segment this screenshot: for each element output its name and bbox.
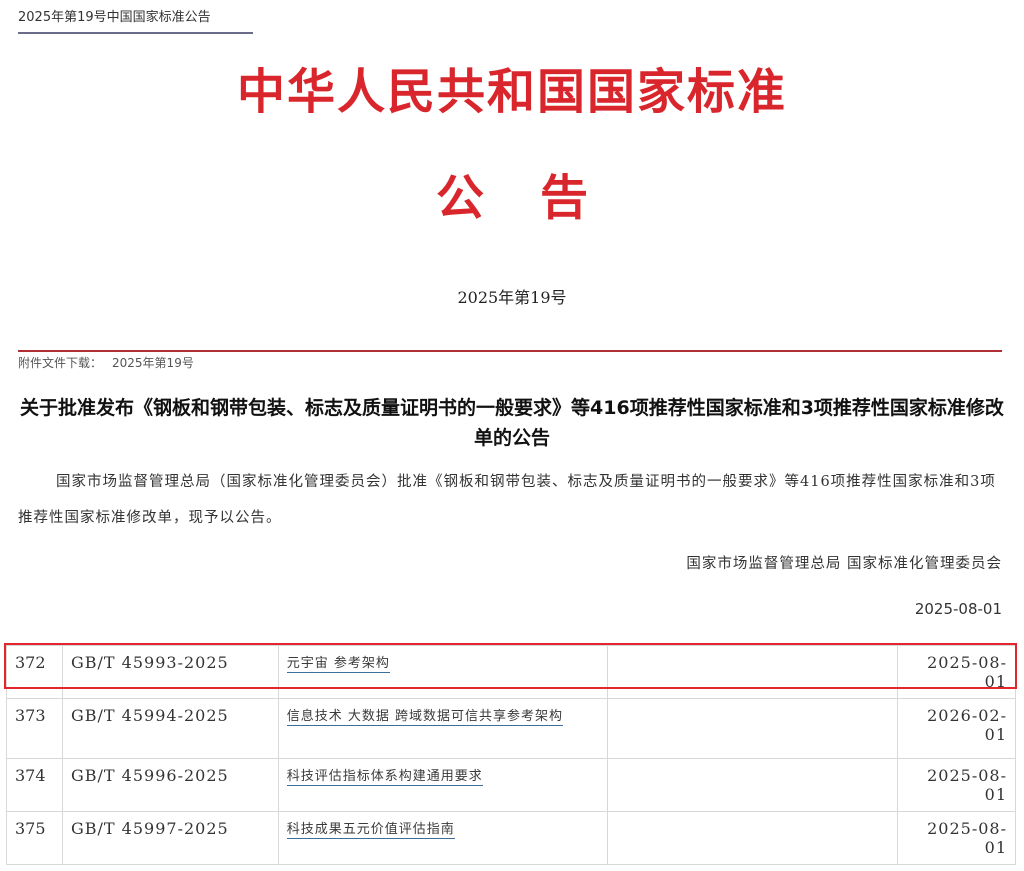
red-divider <box>18 350 1002 352</box>
label-underline <box>18 32 253 34</box>
notice-body: 国家市场监督管理总局（国家标准化管理委员会）批准《钢板和钢带包装、标志及质量证明… <box>18 474 996 526</box>
standards-table: 372 GB/T 45993-2025 元宇宙 参考架构 2025-08-01 … <box>6 645 1016 865</box>
page-label: 2025年第19号中国国家标准公告 <box>18 10 211 25</box>
notice-date: 2025-08-01 <box>914 600 1002 618</box>
standard-code: GB/T 45997-2025 <box>61 811 279 865</box>
standard-code: GB/T 45994-2025 <box>61 698 279 759</box>
table-row: 374 GB/T 45996-2025 科技评估指标体系构建通用要求 2025-… <box>6 758 1016 812</box>
notice-title: 关于批准发布《钢板和钢带包装、标志及质量证明书的一般要求》等416项推荐性国家标… <box>20 397 1004 449</box>
attachment-link[interactable]: 2025年第19号 <box>112 356 194 370</box>
row-number: 372 <box>6 645 63 699</box>
standard-name-link[interactable]: 信息技术 大数据 跨域数据可信共享参考架构 <box>286 709 564 726</box>
masthead-title: 中华人民共和国国家标准 <box>236 64 787 120</box>
row-number: 375 <box>6 811 63 865</box>
table-row: 373 GB/T 45994-2025 信息技术 大数据 跨域数据可信共享参考架… <box>6 698 1016 759</box>
attachment-line: 附件文件下载： 2025年第19号 <box>18 354 194 371</box>
standard-name-link[interactable]: 科技评估指标体系构建通用要求 <box>286 769 483 786</box>
standard-name-link[interactable]: 元宇宙 参考架构 <box>286 656 390 673</box>
table-row: 375 GB/T 45997-2025 科技成果五元价值评估指南 2025-08… <box>6 811 1016 865</box>
standard-code: GB/T 45996-2025 <box>61 758 279 812</box>
issue-number: 2025年第19号 <box>457 288 567 307</box>
attachment-label: 附件文件下载： <box>18 356 103 370</box>
standard-code: GB/T 45993-2025 <box>61 645 279 699</box>
row-number: 373 <box>6 698 63 759</box>
effective-date: 2026-02-01 <box>897 698 1016 759</box>
table-row: 372 GB/T 45993-2025 元宇宙 参考架构 2025-08-01 <box>6 645 1016 699</box>
row-number: 374 <box>6 758 63 812</box>
announcement-heading: 公告 <box>435 170 644 226</box>
effective-date: 2025-08-01 <box>897 645 1016 699</box>
issuer: 国家市场监督管理总局 国家标准化管理委员会 <box>686 556 1002 572</box>
effective-date: 2025-08-01 <box>897 811 1016 865</box>
effective-date: 2025-08-01 <box>897 758 1016 812</box>
standard-name-link[interactable]: 科技成果五元价值评估指南 <box>286 822 455 839</box>
